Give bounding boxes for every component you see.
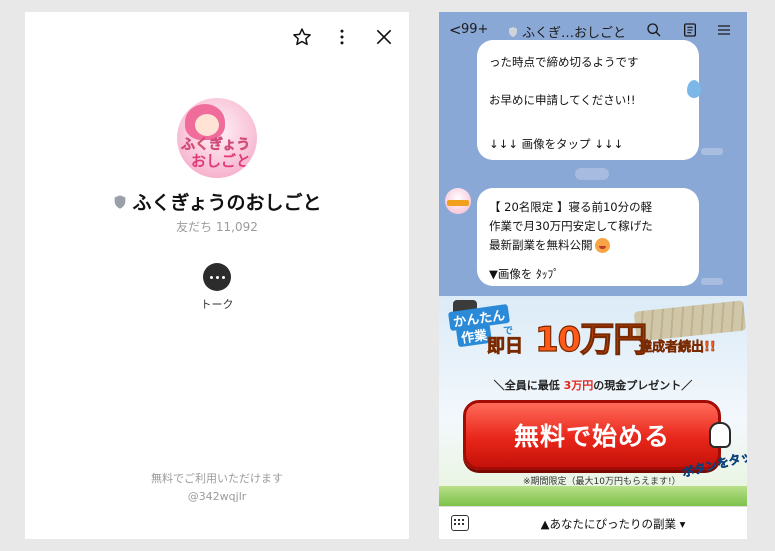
line-id: @342wqjlr: [187, 490, 247, 503]
message-line-with-emoji: 最新副業を無料公開: [489, 237, 610, 253]
pointing-hand-icon: [709, 422, 731, 448]
timestamp-blurred: [701, 148, 723, 155]
friends-count: 友だち 11,092: [176, 220, 258, 234]
sub-suffix: の現金プレゼント／: [593, 379, 693, 392]
search-icon[interactable]: [645, 21, 663, 39]
date-separator: [575, 168, 609, 180]
banner-tassei: 達成者続出!!: [639, 340, 716, 356]
avatar[interactable]: ふくぎょう おしごと: [177, 98, 257, 178]
chat-title-row: ふくぎ…おしごと: [507, 22, 626, 41]
chat-panel: < 99+ ふくぎ…おしごと った時点で締め切るようです お早めに申請してくださ…: [439, 12, 747, 539]
message-line: ▼画像を ﾀｯﾌﾟ: [489, 267, 559, 281]
talk-label[interactable]: トーク: [25, 296, 409, 312]
shield-icon: [509, 26, 517, 37]
timestamp-blurred: [701, 278, 723, 285]
menu-icon[interactable]: [715, 21, 733, 39]
smiley-icon: [594, 238, 610, 253]
banner-sokujitsu: 即日: [487, 336, 524, 358]
message-line: 作業で月30万円安定して稼げた: [489, 219, 653, 233]
message-line: ↓↓↓ 画像をタップ ↓↓↓: [489, 137, 624, 151]
keyboard-icon[interactable]: [451, 515, 469, 531]
free-use-notice: 無料でご利用いただけます: [151, 472, 283, 485]
grass-decoration: [439, 486, 747, 506]
more-vertical-icon[interactable]: [327, 22, 357, 52]
promo-banner-image[interactable]: かんたん 作業 で 即日 10万円 達成者続出!! ＼全員に最低 3万円の現金プ…: [439, 296, 747, 506]
notes-icon[interactable]: [681, 21, 699, 39]
avatar-face: [195, 114, 219, 136]
banner-amount: 10万円: [534, 319, 648, 360]
sub-highlight: 3万円: [563, 379, 594, 392]
star-icon[interactable]: [287, 22, 317, 52]
talk-bubble-icon[interactable]: [203, 263, 231, 291]
banner-subheadline: ＼全員に最低 3万円の現金プレゼント／: [439, 377, 747, 393]
sub-prefix: ＼全員に最低: [493, 379, 564, 392]
rich-menu-bar: ▲あなたにぴったりの副業 ▾: [439, 506, 747, 539]
profile-panel: ふくぎょう おしごと ふくぎょうのおしごと 友だち 11,092 トーク 無料で…: [25, 12, 409, 539]
message-line: 【 20名限定 】寝る前10分の軽: [489, 200, 653, 214]
back-icon[interactable]: <: [449, 21, 462, 39]
message-bubble: った時点で締め切るようです お早めに申請してください!! ↓↓↓ 画像をタップ …: [477, 40, 701, 160]
message-line: った時点で締め切るようです: [489, 55, 639, 69]
sender-avatar[interactable]: [445, 188, 471, 214]
chat-title: ふくぎ…おしごと: [522, 26, 627, 41]
profile-name: ふくぎょうのおしごと: [132, 192, 322, 214]
message-line: お早めに申請してください!!: [489, 93, 636, 107]
avatar-logo-line2: おしごと: [191, 152, 252, 170]
profile-name-row: ふくぎょうのおしごと: [25, 188, 409, 215]
message-line: 最新副業を無料公開: [489, 238, 593, 252]
rich-menu-toggle[interactable]: ▲あなたにぴったりの副業 ▾: [479, 516, 747, 532]
water-drop-icon: [687, 80, 701, 98]
shield-icon: [115, 194, 126, 209]
message-bubble: 【 20名限定 】寝る前10分の軽 作業で月30万円安定して稼げた 最新副業を無…: [477, 188, 699, 286]
start-free-button[interactable]: 無料で始める: [463, 400, 721, 470]
unread-count: 99+: [461, 22, 489, 37]
close-icon[interactable]: [369, 22, 399, 52]
